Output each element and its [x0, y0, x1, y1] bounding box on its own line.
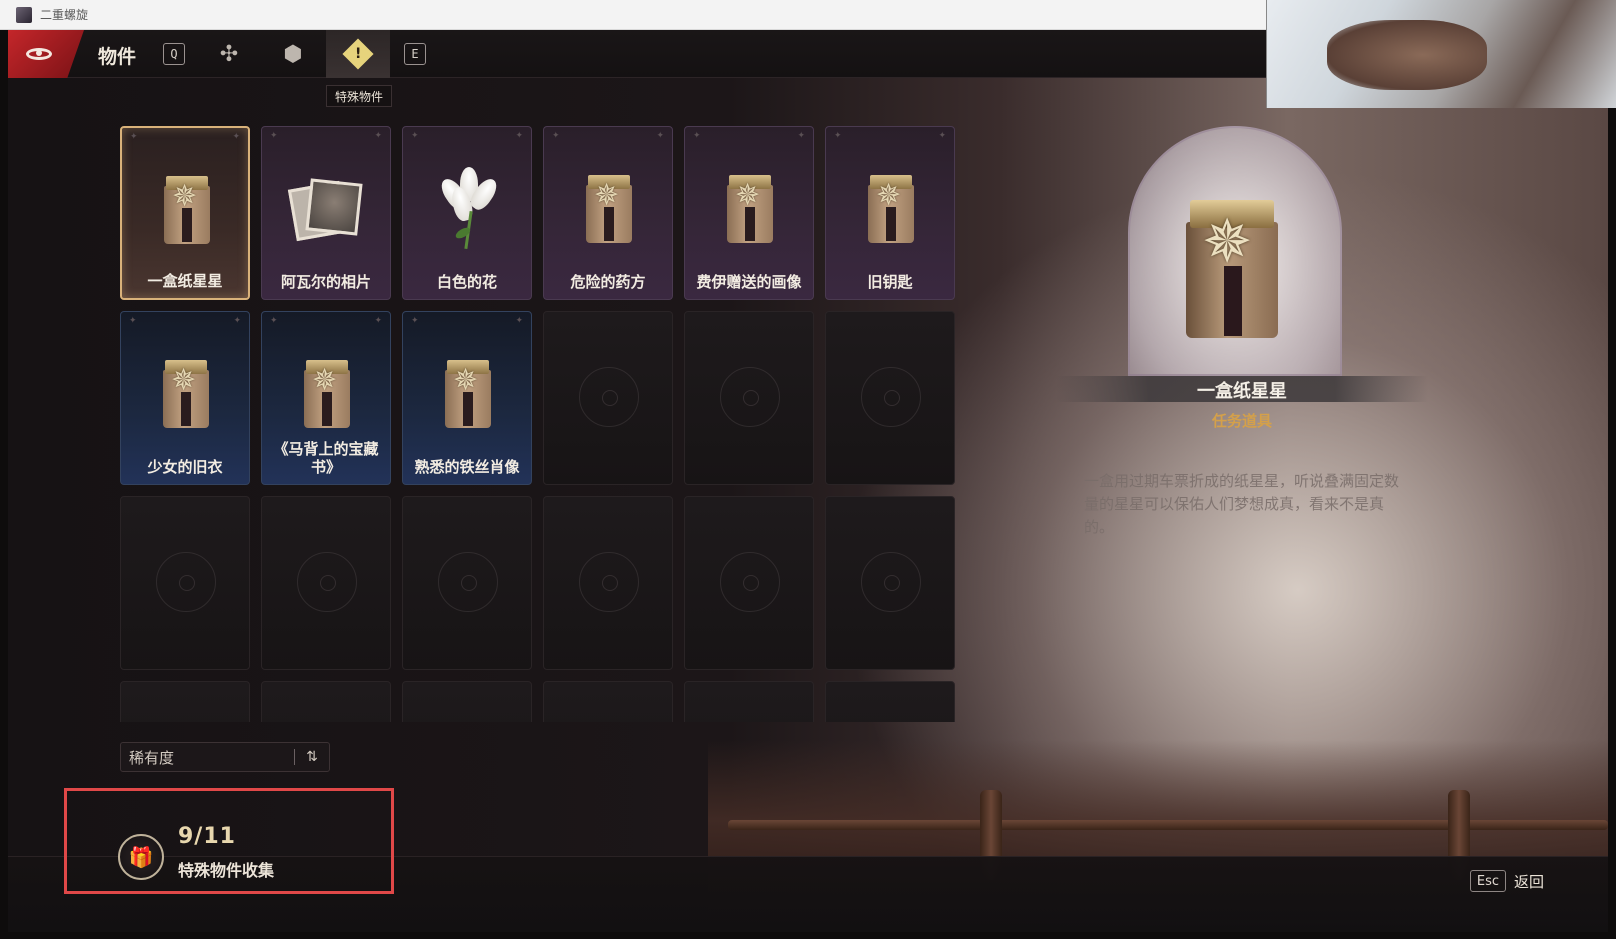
- photo-icon: [287, 178, 363, 243]
- eye-emblem-icon: [438, 552, 498, 612]
- empty-slot: [684, 681, 814, 722]
- empty-slot: [120, 496, 250, 670]
- window-title: 二重螺旋: [40, 8, 89, 22]
- item-label: 旧钥匙: [867, 273, 913, 291]
- sort-label: 稀有度: [129, 748, 175, 767]
- eye-logo-icon: [26, 48, 52, 60]
- esc-key[interactable]: Esc: [1470, 870, 1506, 892]
- paper-bag-icon: ✵: [582, 173, 636, 245]
- corner-ornament: ✦: [552, 131, 560, 141]
- paper-bag-icon: ✵: [864, 173, 918, 245]
- detail-item-type: 任务道具: [1211, 412, 1272, 430]
- empty-slot: [825, 496, 955, 670]
- empty-slot: [261, 496, 391, 670]
- cube-icon: ⬢: [283, 41, 303, 67]
- item-card-girl-old-clothes[interactable]: ✦ ✦ ✵ 少女的旧衣: [120, 311, 250, 485]
- tab-materials[interactable]: ✣: [197, 30, 261, 78]
- corner-ornament: ✦: [656, 131, 664, 141]
- next-tab-key[interactable]: E: [404, 43, 426, 65]
- item-card-wire-portrait[interactable]: ✦ ✦ ✵ 熟悉的铁丝肖像: [402, 311, 532, 485]
- corner-ornament: ✦: [938, 131, 946, 141]
- paper-bag-icon: ✵: [159, 358, 213, 430]
- empty-slot: [402, 681, 532, 722]
- eye-emblem-icon: [297, 552, 357, 612]
- warning-diamond-icon: !: [342, 38, 374, 70]
- tab-consumables[interactable]: ⬢: [261, 30, 325, 78]
- detail-description: 一盒用过期车票折成的纸星星，听说叠满固定数量的星星可以保佑人们梦想成真，看来不是…: [1084, 472, 1400, 536]
- empty-slot: [684, 311, 814, 485]
- sort-dropdown[interactable]: 稀有度 ⇅: [120, 742, 330, 772]
- item-card-dangerous-prescription[interactable]: ✦ ✦ ✵ 危险的药方: [543, 126, 673, 300]
- empty-slot: [120, 681, 250, 722]
- page-title: 物件: [98, 46, 137, 68]
- paper-bag-icon: ✵: [300, 358, 354, 430]
- highlight-annotation-box: [64, 788, 394, 894]
- item-label: 危险的药方: [570, 273, 646, 291]
- corner-ornament: ✦: [411, 316, 419, 326]
- paper-bag-icon: ✵: [441, 358, 495, 430]
- corner-ornament: ✦: [232, 132, 240, 142]
- corner-ornament: ✦: [515, 131, 523, 141]
- background-railing: [728, 820, 1608, 830]
- eye-emblem-icon: [579, 552, 639, 612]
- item-label: 阿瓦尔的相片: [280, 273, 371, 291]
- lily-flower-icon: [436, 167, 502, 251]
- empty-slot: [684, 496, 814, 670]
- item-card-paper-stars[interactable]: ✦ ✦ ✵ 一盒纸星星: [120, 126, 250, 300]
- eye-emblem-icon: [861, 552, 921, 612]
- corner-ornament: ✦: [270, 316, 278, 326]
- corner-ornament: ✦: [374, 131, 382, 141]
- item-card-old-key[interactable]: ✦ ✦ ✵ 旧钥匙: [825, 126, 955, 300]
- eye-emblem-icon: [720, 552, 780, 612]
- empty-slot: [261, 681, 391, 722]
- webcam-overlay: [1266, 0, 1616, 108]
- tab-special-items[interactable]: !: [326, 30, 390, 78]
- empty-slot: [825, 681, 955, 722]
- item-label: 《马背上的宝藏书》: [273, 440, 379, 476]
- corner-ornament: ✦: [797, 131, 805, 141]
- empty-slot: [543, 681, 673, 722]
- paper-bag-icon: ✵: [723, 173, 777, 245]
- item-label: 一盒纸星星: [147, 272, 223, 290]
- item-card-avar-photo[interactable]: ✦ ✦ 阿瓦尔的相片: [261, 126, 391, 300]
- app-icon: [16, 6, 32, 23]
- corner-ornament: ✦: [130, 132, 138, 142]
- item-label: 少女的旧衣: [147, 458, 223, 476]
- empty-slot: [402, 496, 532, 670]
- detail-item-name: 一盒纸星星: [1197, 381, 1287, 402]
- corner-ornament: ✦: [515, 316, 523, 326]
- item-label: 熟悉的铁丝肖像: [414, 458, 520, 476]
- corner-ornament: ✦: [693, 131, 701, 141]
- sort-icon[interactable]: ⇅: [303, 749, 321, 765]
- item-label: 费伊赠送的画像: [696, 273, 802, 291]
- corner-ornament: ✦: [411, 131, 419, 141]
- eye-emblem-icon: [156, 552, 216, 612]
- corner-ornament: ✦: [374, 316, 382, 326]
- paper-bag-large-icon: ✵: [1180, 196, 1284, 340]
- item-grid: ✦ ✦ ✵ 一盒纸星星 ✦ ✦ 阿瓦尔的相片 ✦ ✦ 白色的花 ✦ ✦ ✵ 危险的药方: [120, 126, 960, 722]
- tab-tooltip: 特殊物件: [326, 85, 393, 107]
- eye-emblem-icon: [579, 367, 639, 427]
- item-card-white-flower[interactable]: ✦ ✦ 白色的花: [402, 126, 532, 300]
- eye-emblem-icon: [861, 367, 921, 427]
- sort-divider: [294, 749, 295, 765]
- paper-bag-icon: ✵: [160, 174, 214, 246]
- corner-ornament: ✦: [129, 316, 137, 326]
- game-view: 物件 Q ✣ ⬢ ! E 特殊物件 ✦ ✦ ✵ 一盒纸星星 ✦ ✦ 阿瓦尔的相片 ✦…: [8, 30, 1608, 932]
- back-logo-button[interactable]: [8, 30, 84, 78]
- item-card-treasure-book[interactable]: ✦ ✦ ✵ 《马背上的宝藏书》: [261, 311, 391, 485]
- back-button[interactable]: 返回: [1514, 871, 1544, 892]
- prev-tab-key[interactable]: Q: [163, 43, 185, 65]
- webcam-arm: [1327, 20, 1487, 90]
- empty-slot: [543, 311, 673, 485]
- empty-slot: [825, 311, 955, 485]
- corner-ornament: ✦: [834, 131, 842, 141]
- corner-ornament: ✦: [270, 131, 278, 141]
- butterfly-icon: ✣: [219, 41, 239, 67]
- corner-ornament: ✦: [233, 316, 241, 326]
- item-label: 白色的花: [436, 273, 497, 291]
- empty-slot: [543, 496, 673, 670]
- item-card-fay-portrait[interactable]: ✦ ✦ ✵ 费伊赠送的画像: [684, 126, 814, 300]
- eye-emblem-icon: [720, 367, 780, 427]
